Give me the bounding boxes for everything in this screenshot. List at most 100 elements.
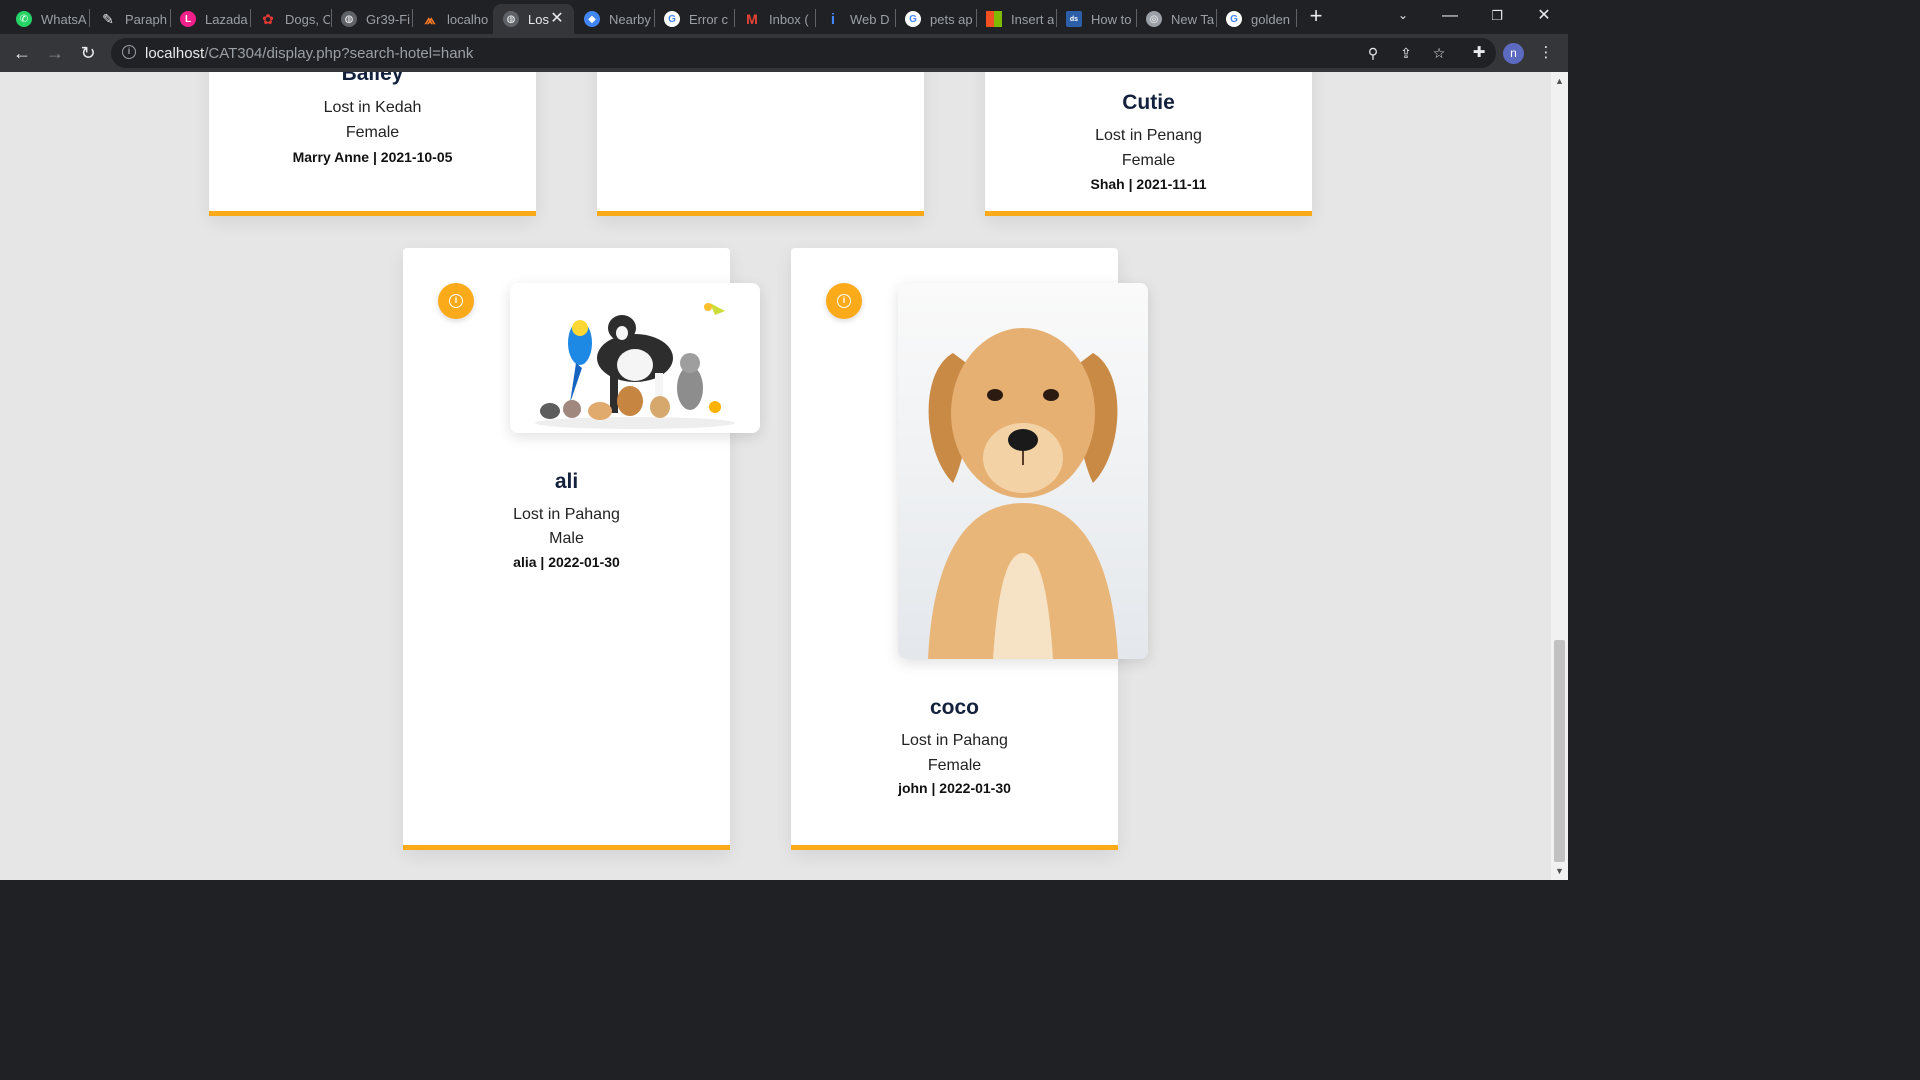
tab-label: Web D <box>850 11 890 27</box>
puppy-image <box>898 283 1148 659</box>
pet-lost-location: Lost in Penang <box>1095 127 1202 144</box>
back-button[interactable]: ← <box>10 41 34 65</box>
pet-info-button[interactable]: i <box>826 283 862 319</box>
tab-label: How to <box>1091 11 1132 27</box>
google-icon: G <box>905 11 921 27</box>
scroll-up-arrow-icon[interactable]: ▲ <box>1551 74 1568 88</box>
pet-owner-date: alia | 2022-01-30 <box>513 554 620 570</box>
url-path: /CAT304/display.php?search-hotel=hank <box>204 45 474 62</box>
globe-icon: ◍ <box>341 11 357 27</box>
quill-icon: ✎ <box>102 10 114 27</box>
share-icon[interactable]: ⇪ <box>1396 43 1416 63</box>
tab-nearby[interactable]: ◆ Nearby <box>574 4 654 34</box>
url-host: localhost <box>145 45 205 62</box>
pet-card: i <box>791 248 1148 850</box>
tab-label: Gr39-Fi <box>366 11 411 27</box>
tab-paraphrase[interactable]: ✎ Paraph <box>90 4 170 34</box>
info-icon: i <box>830 10 836 28</box>
card-accent-bar <box>403 845 730 850</box>
google-icon: G <box>1226 11 1242 27</box>
reload-button[interactable]: ↻ <box>76 41 100 65</box>
tab-label: Inbox ( <box>769 11 809 27</box>
bookmark-star-icon[interactable]: ☆ <box>1429 43 1449 63</box>
tab-whatsapp[interactable]: ✆ WhatsA <box>6 4 88 34</box>
pet-name: coco <box>929 696 979 719</box>
chevron-down-icon[interactable]: ⌄ <box>1394 8 1412 26</box>
site-info-icon[interactable]: i <box>122 45 136 59</box>
globe-icon: ◍ <box>503 11 519 27</box>
close-window-button[interactable]: ✕ <box>1530 4 1558 28</box>
chrome-icon: ◎ <box>1146 11 1162 27</box>
tab-label: Los <box>528 11 549 27</box>
site-icon: ds <box>1066 11 1082 27</box>
pet-lost-location: Lost in Pahang <box>901 732 1008 749</box>
tab-label: Nearby <box>609 11 651 27</box>
tab-pets-app[interactable]: G pets ap <box>895 4 975 34</box>
card-accent-bar <box>791 845 1118 850</box>
tab-label: Lazada <box>205 11 248 27</box>
menu-kebab-icon[interactable]: ⋮ <box>1536 43 1556 63</box>
tab-error[interactable]: G Error c <box>654 4 734 34</box>
tab-lazada[interactable]: L Lazada <box>170 4 250 34</box>
tab-insert[interactable]: Insert a <box>976 4 1056 34</box>
pet-lost-location: Lost in Pahang <box>513 506 620 523</box>
url-text[interactable]: localhost/CAT304/display.php?search-hote… <box>145 45 473 62</box>
xampp-icon: ⩕ <box>424 10 436 27</box>
tab-label: New Ta <box>1171 11 1215 27</box>
microsoft-icon <box>986 11 1002 27</box>
maps-icon: ◆ <box>584 11 600 27</box>
forward-button[interactable]: → <box>43 41 67 65</box>
pet-info-button[interactable]: i <box>438 283 474 319</box>
location-pin-icon[interactable]: ⚲ <box>1363 43 1383 63</box>
card-accent-bar <box>209 211 536 216</box>
scroll-thumb[interactable] <box>1554 640 1565 862</box>
window-bottom-edge <box>0 880 1568 882</box>
tab-localhost[interactable]: ⩕ localho <box>412 4 492 34</box>
card-accent-bar <box>597 211 924 216</box>
pet-gender: Male <box>549 530 584 547</box>
gmail-icon: M <box>746 11 758 27</box>
extensions-icon[interactable]: ✚ <box>1469 43 1489 63</box>
scroll-down-arrow-icon[interactable]: ▼ <box>1551 864 1568 878</box>
lazada-icon: L <box>180 11 196 27</box>
pet-name: ali <box>554 470 579 493</box>
browser-toolbar: ← → ↻ i localhost/CAT304/display.php?sea… <box>0 34 1568 72</box>
address-bar[interactable]: i localhost/CAT304/display.php?search-ho… <box>111 38 1496 68</box>
page-viewport: Bailey Lost in Kedah Female Marry Anne |… <box>0 72 1568 880</box>
page-scrollbar[interactable]: ▲ ▼ <box>1551 72 1568 880</box>
tab-label: Insert a <box>1011 11 1055 27</box>
browser-window: ✆ WhatsA ✎ Paraph L Lazada ✿ Dogs, C ◍ G… <box>0 0 1568 882</box>
tab-label: pets ap <box>930 11 973 27</box>
pet-card: Cutie Lost in Penang Female Shah | 2021-… <box>985 72 1312 216</box>
tab-strip: ✆ WhatsA ✎ Paraph L Lazada ✿ Dogs, C ◍ G… <box>0 0 1568 34</box>
pet-name: Cutie <box>1122 91 1175 114</box>
pet-gender: Female <box>927 757 982 774</box>
card-accent-bar <box>985 211 1312 216</box>
pet-owner-date: john | 2022-01-30 <box>898 780 1011 796</box>
info-icon: i <box>837 294 851 308</box>
tab-new-tab[interactable]: ◎ New Ta <box>1136 4 1216 34</box>
pets-group-image <box>510 283 760 433</box>
new-tab-button[interactable]: + <box>1305 5 1327 27</box>
profile-avatar[interactable]: n <box>1503 43 1524 64</box>
pet-owner-date: Shah | 2021-11-11 <box>1090 176 1207 192</box>
pet-card <box>597 72 924 216</box>
paw-icon: ✿ <box>262 10 274 27</box>
pet-gender: Female <box>1121 152 1176 169</box>
tab-how-to[interactable]: ds How to <box>1056 4 1136 34</box>
close-tab-icon[interactable]: ✕ <box>548 10 566 28</box>
tab-label: Dogs, C <box>285 11 330 27</box>
tab-inbox[interactable]: M Inbox ( <box>734 4 814 34</box>
tab-golden[interactable]: G golden <box>1216 4 1296 34</box>
tab-label: golden <box>1251 11 1291 27</box>
tab-lost-active[interactable]: ◍ Los ✕ <box>493 4 574 34</box>
tab-dogs[interactable]: ✿ Dogs, C <box>250 4 330 34</box>
pet-lost-location: Lost in Kedah <box>323 99 422 116</box>
tab-gr39[interactable]: ◍ Gr39-Fi <box>331 4 411 34</box>
whatsapp-icon: ✆ <box>16 11 32 27</box>
restore-button[interactable]: ❐ <box>1483 4 1511 28</box>
minimize-button[interactable]: — <box>1436 4 1464 28</box>
tab-web-dev[interactable]: i Web D <box>815 4 895 34</box>
tab-label: Error c <box>689 11 728 27</box>
pet-gender: Female <box>345 124 400 141</box>
